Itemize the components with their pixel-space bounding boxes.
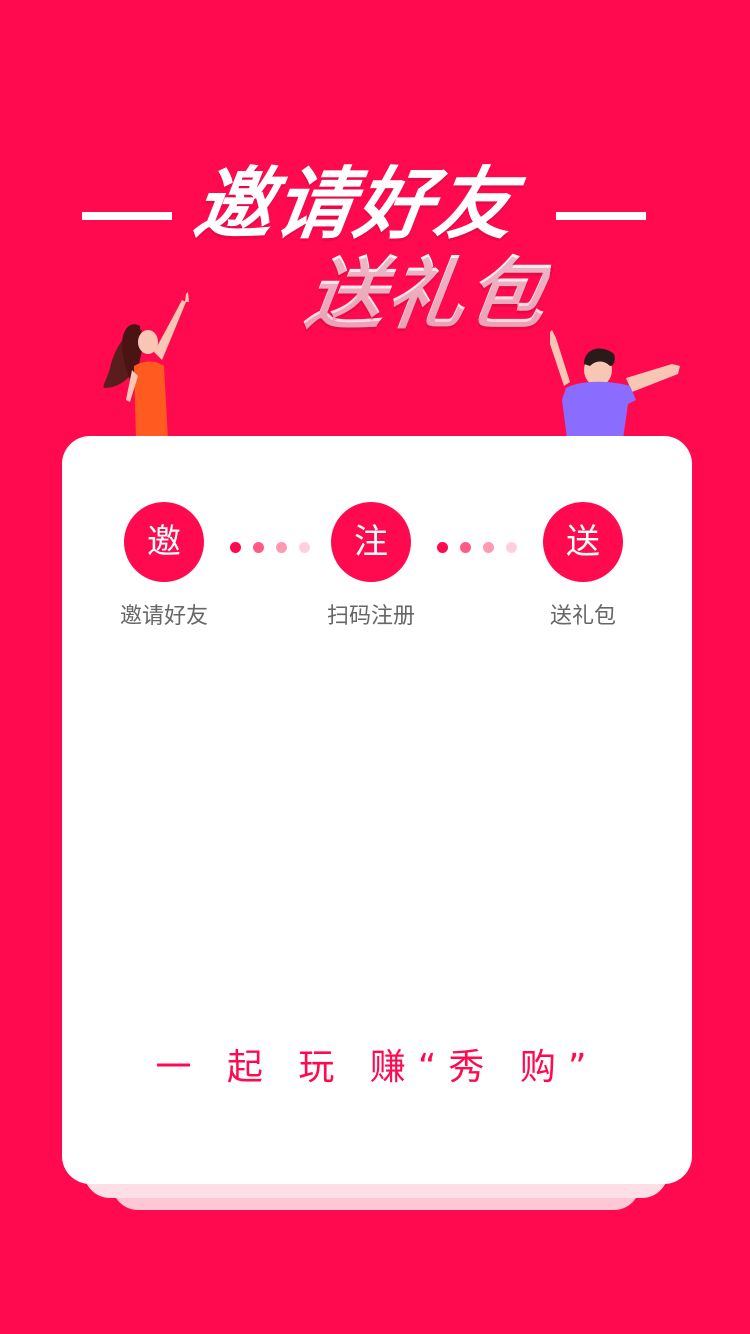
connector-dot	[276, 541, 287, 553]
step-connector-2	[437, 541, 517, 553]
connector-dot	[299, 541, 310, 553]
step-gift-badge: 送	[543, 502, 623, 582]
connector-dot	[483, 541, 494, 553]
connector-dot	[437, 541, 448, 553]
step-invite-badge: 邀	[124, 502, 204, 582]
slogan-text: 一 起 玩 赚“秀 购”	[155, 1047, 599, 1088]
connector-dot	[230, 541, 241, 553]
connector-dot	[506, 541, 517, 553]
connector-dot	[460, 541, 471, 553]
step-invite-label: 邀请好友	[119, 604, 208, 629]
step-gift-pack: 送 送礼包	[523, 502, 643, 630]
step-register-label: 扫码注册	[326, 604, 415, 629]
step-register-badge: 注	[331, 502, 411, 582]
step-connector-1	[230, 541, 310, 553]
woman-pointing-illustration	[103, 292, 189, 440]
title-dash-left	[82, 212, 172, 220]
title-dash-right	[556, 212, 646, 220]
step-invite-friends: 邀 邀请好友	[104, 502, 224, 630]
step-scan-register: 注 扫码注册	[311, 502, 431, 630]
invite-steps-card: 邀 邀请好友 注 扫码注册 送 送礼包 一 起 玩 赚“秀 购”	[62, 436, 692, 1184]
title-gift-pack: 送礼包	[300, 232, 556, 344]
step-gift-label: 送礼包	[549, 604, 616, 629]
man-waving-illustration	[550, 330, 680, 446]
connector-dot	[253, 541, 264, 553]
